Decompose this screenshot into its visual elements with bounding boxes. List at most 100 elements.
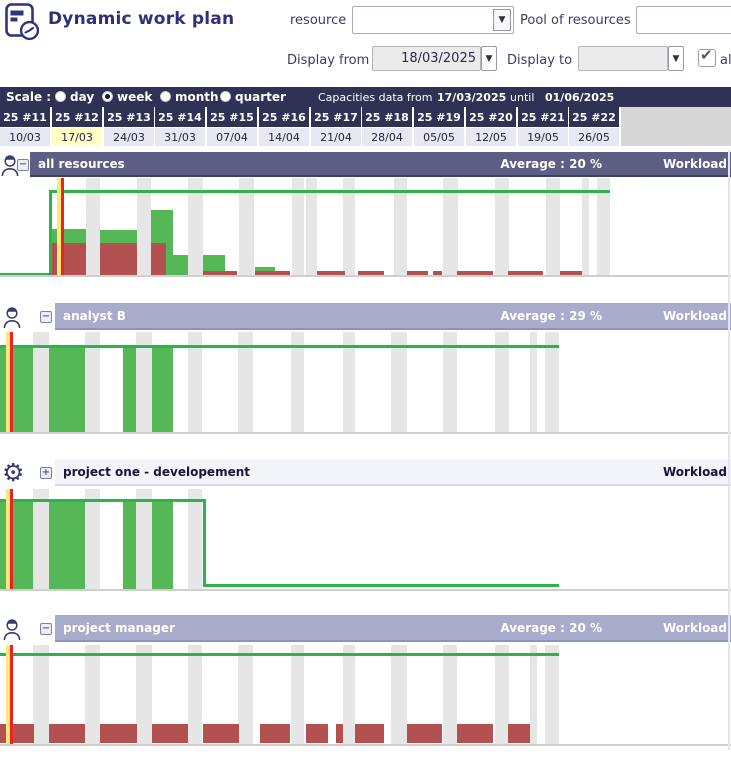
actual-workload-bar [508,724,530,743]
week-number-cell: 25 #14 [155,107,205,127]
page-title: Dynamic work plan [48,9,234,29]
week-number-cell: 25 #21 [518,107,568,127]
actual-workload-bar [407,724,442,743]
date-cell: 17/03 [52,128,102,146]
collapse-button[interactable]: − [40,623,52,635]
all-checkbox-label: all [720,53,731,68]
actual-workload-bar [49,724,85,743]
capacity-line [203,499,206,584]
display-from-dropdown-button[interactable]: ▼ [481,46,497,71]
today-marker-line [10,489,13,589]
actual-workload-bar [508,271,543,275]
dynamic-work-plan-screen: Dynamic work plan resource ▼ Pool of res… [0,0,731,768]
weekend-stripe [33,645,49,744]
planned-workload-bar [123,499,136,589]
display-to-dropdown-button[interactable]: ▼ [668,46,684,71]
week-number-cell: 25 #20 [466,107,516,127]
scale-bar: Scale : Capacities data from 17/03/2025 … [0,87,731,107]
resource-label: resource [290,13,346,28]
week-number-cell: 25 #19 [414,107,464,127]
capacity-line [49,190,610,193]
weekend-stripe [188,489,202,589]
date-cell: 31/03 [155,128,205,146]
resource-select[interactable]: ▼ [352,6,514,34]
average-value: Average : 20 % [500,152,602,175]
capacity-line [0,499,203,502]
worker-icon [3,304,29,329]
timeline-filler [621,107,731,146]
scale-radio-month[interactable] [160,91,171,102]
planned-workload-bar [152,345,173,432]
workload-chart-project-manager [0,645,731,746]
workload-chart-analyst-b [0,332,731,434]
date-cell: 19/05 [518,128,568,146]
week-number-cell: 25 #13 [104,107,154,127]
scale-radio-week[interactable] [102,91,113,102]
scale-radio-quarter[interactable] [220,91,231,102]
resource-title: all resources [38,152,125,175]
resource-row-header-all-resources: all resources Average : 20 % Workload : 7 [30,152,731,177]
display-from-input[interactable]: 18/03/2025 [372,46,481,71]
planned-workload-bar [49,345,85,432]
display-from-value: 18/03/2025 [401,51,476,66]
collapse-button[interactable]: − [17,159,29,171]
resource-row-header-project-one: project one - developementWorkload : 1 [55,459,731,486]
display-to-input[interactable] [578,46,668,71]
planned-workload-bar [49,229,86,243]
expand-button[interactable]: + [40,467,52,479]
today-marker-line [10,645,13,744]
weekend-stripe [443,645,457,744]
actual-workload-bar [336,724,343,743]
actual-workload-bar [100,724,137,743]
date-cell: 14/04 [259,128,309,146]
week-number-cell: 25 #16 [259,107,309,127]
weekend-stripe [85,489,100,589]
actual-workload-bar [317,271,345,275]
planned-workload-bar [166,210,173,275]
date-cell: 26/05 [569,128,619,146]
capacity-line [0,653,559,656]
workload-value: Workload : 1 [663,459,731,484]
scale-option-label-week: week [117,90,152,104]
scale-label: Scale : [6,90,51,104]
weekend-stripe [495,645,509,744]
week-number-cell: 25 #11 [0,107,50,127]
actual-workload-bar [358,271,384,275]
pool-of-resources-input[interactable] [636,6,731,34]
scale-radio-day[interactable] [55,91,66,102]
resource-row-header-analyst-b: analyst BAverage : 29 %Workload : 1 [55,303,731,330]
planned-workload-bar [151,210,166,243]
date-cell: 07/04 [207,128,257,146]
capacities-label: Capacities data from [318,91,433,104]
week-number-cell: 25 #22 [569,107,619,127]
weekend-stripe [530,645,537,744]
average-value: Average : 29 % [500,303,602,328]
worker-icon [3,616,29,641]
workload-chart-all-resources [0,178,731,277]
actual-workload-bar [407,271,428,275]
date-cell: 24/03 [104,128,154,146]
chevron-down-icon[interactable]: ▼ [493,9,511,31]
collapse-button[interactable]: − [40,311,52,323]
pool-of-resources-label: Pool of resources [520,13,631,28]
capacity-line [49,190,52,273]
planned-workload-bar [0,345,33,432]
workload-chart-project-one [0,489,731,591]
actual-workload-bar [433,271,442,275]
actual-workload-bar [100,243,137,275]
resource-title: project manager [63,615,175,640]
scale-radio-dot [105,94,110,99]
workload-value: Workload : 1 [663,615,731,640]
all-checkbox[interactable]: ✔ [698,49,716,67]
actual-workload-bar [203,271,237,275]
weekend-stripe [85,645,100,744]
actual-workload-bar [255,271,290,275]
scale-option-label-day: day [70,90,94,104]
app-logo-icon [4,2,42,44]
workload-value: Workload : 7 [663,152,731,175]
average-value: Average : 20 % [500,615,602,640]
week-number-cell: 25 #18 [362,107,412,127]
date-cell: 21/04 [311,128,361,146]
actual-workload-bar [152,724,188,743]
planned-workload-bar [152,499,173,589]
